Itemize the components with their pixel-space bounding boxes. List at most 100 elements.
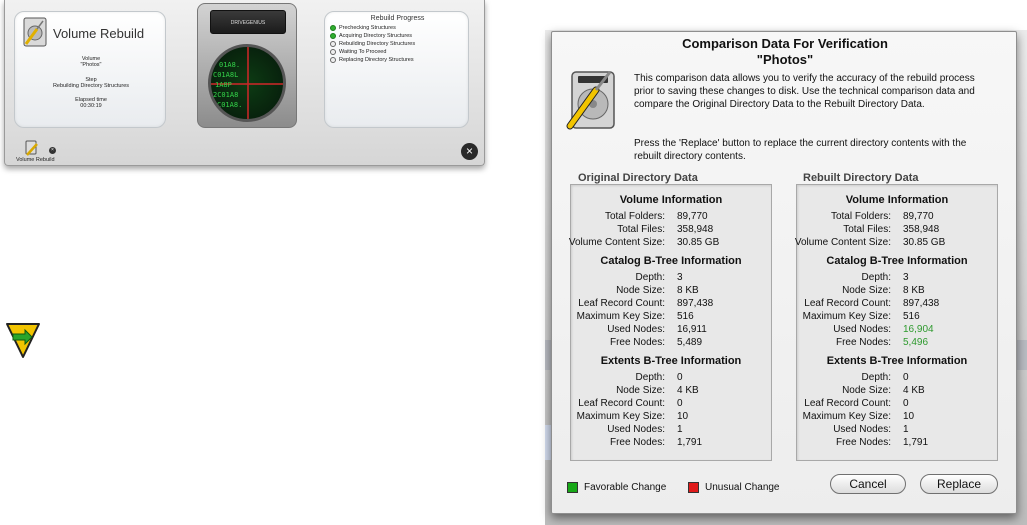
row-label: Depth: [861,272,891,283]
catalog-btree-row: Maximum Key Size: 516 [797,311,997,324]
row-value: 897,438 [903,298,940,309]
scope-text: C01A8L [213,71,239,79]
row-label: Depth: [635,272,665,283]
row-label: Free Nodes: [835,437,891,448]
progress-step: Replacing Directory Structures [330,57,414,63]
row-label: Used Nodes: [607,424,665,435]
extents-btree-row: Used Nodes: 1 [797,424,997,437]
tool-close-icon[interactable]: × [49,147,56,154]
row-value: 516 [903,311,920,322]
step-pending-icon [330,41,336,47]
row-value: 0 [677,398,683,409]
step-pending-icon [330,57,336,63]
drive-repair-icon [23,17,47,47]
row-label: Depth: [861,372,891,383]
row-value: 16,904 [903,324,934,335]
extents-btree-title: Extents B-Tree Information [826,355,968,367]
row-label: Free Nodes: [609,337,665,348]
catalog-btree-row: Free Nodes: 5,489 [571,337,771,350]
dialog-title: Comparison Data For Verification [682,36,888,51]
extents-btree-row: Maximum Key Size: 10 [797,411,997,424]
step-value: Rebuilding Directory Structures [52,83,130,89]
extents-btree-row: Maximum Key Size: 10 [571,411,771,424]
catalog-btree-row: Leaf Record Count: 897,438 [797,298,997,311]
progress-step: Rebuilding Directory Structures [330,41,415,47]
comparison-dialog: Comparison Data For Verification "Photos… [551,31,1017,514]
row-label: Total Files: [843,224,891,235]
volume-info-row: Total Files: 358,948 [797,224,997,237]
volume-info-title: Volume Information [619,194,723,206]
volume-info-row: Volume Content Size: 30.85 GB [568,237,771,250]
unusual-change-swatch [688,482,699,493]
volume-rebuild-tool-label: Volume Rebuild [16,157,55,163]
row-value: 16,911 [677,324,707,335]
row-label: Used Nodes: [607,324,665,335]
row-value: 5,496 [903,337,929,348]
volume-rebuild-window: Volume Rebuild Volume "Photos" Step Rebu… [4,0,485,166]
progress-step: Acquiring Directory Structures [330,33,412,39]
favorable-change-swatch [567,482,578,493]
volume-info-title: Volume Information [845,194,949,206]
extents-btree-row: Free Nodes: 1,791 [571,437,771,450]
row-value: 358,948 [677,224,714,235]
row-label: Free Nodes: [609,437,665,448]
progress-step: Prechecking Structures [330,25,396,31]
row-value: 89,770 [903,211,934,222]
row-label: Node Size: [842,385,891,396]
row-value: 30.85 GB [903,237,946,248]
row-label: Used Nodes: [833,424,891,435]
row-value: 0 [903,398,909,409]
drive-repair-icon [566,71,615,130]
original-data-title: Original Directory Data [578,172,698,184]
favorable-change-label: Favorable Change [584,482,667,493]
dialog-description: This comparison data allows you to verif… [634,73,975,110]
row-value: 89,770 [677,211,708,222]
extents-btree-row: Node Size: 4 KB [797,385,997,398]
row-value: 358,948 [903,224,940,235]
row-value: 4 KB [677,385,699,396]
catalog-btree-row: Depth: 3 [571,272,771,285]
arrow-sign-icon [6,323,40,358]
catalog-btree-row: Free Nodes: 5,496 [797,337,997,350]
catalog-btree-row: Leaf Record Count: 897,438 [571,298,771,311]
row-label: Maximum Key Size: [802,411,891,422]
row-label: Total Folders: [830,211,891,222]
scope-text: C01A8. [217,101,243,109]
row-label: Maximum Key Size: [576,411,665,422]
volume-info-row: Total Folders: 89,770 [571,211,771,224]
row-value: 1 [677,424,683,435]
extents-btree-row: Free Nodes: 1,791 [797,437,997,450]
row-label: Maximum Key Size: [802,311,891,322]
volume-rebuild-title: Volume Rebuild [53,26,145,41]
row-value: 4 KB [903,385,925,396]
replace-button[interactable]: Replace [920,474,998,494]
row-value: 3 [903,272,909,283]
catalog-btree-row: Maximum Key Size: 516 [571,311,771,324]
row-label: Node Size: [842,285,891,296]
step-pending-icon [330,49,336,55]
scope-text: 2C01A8 [213,91,239,99]
row-value: 5,489 [677,337,703,348]
row-value: 30.85 GB [677,237,720,248]
row-label: Volume Content Size: [568,237,665,248]
catalog-btree-row: Used Nodes: 16,904 [797,324,997,337]
cancel-button[interactable]: Cancel [830,474,906,494]
row-value: 897,438 [677,298,714,309]
elapsed-value: 00:30:19 [80,103,102,109]
scan-scope: 01A8. C01A8L 1A8P 2C01A8 C01A8. [208,44,286,122]
row-value: 0 [677,372,683,383]
extents-btree-row: Depth: 0 [571,372,771,385]
extents-btree-title: Extents B-Tree Information [600,355,742,367]
rebuilt-data-title: Rebuilt Directory Data [803,172,919,184]
extents-btree-row: Used Nodes: 1 [571,424,771,437]
volume-info-row: Volume Content Size: 30.85 GB [795,237,997,250]
extents-btree-row: Depth: 0 [797,372,997,385]
row-label: Leaf Record Count: [804,398,891,409]
row-label: Free Nodes: [835,337,891,348]
extents-btree-row: Leaf Record Count: 0 [571,398,771,411]
catalog-btree-row: Used Nodes: 16,911 [571,324,771,337]
close-icon[interactable]: × [461,143,478,160]
step-complete-icon [330,33,336,39]
unusual-change-label: Unusual Change [705,482,780,493]
volume-rebuild-tool-icon[interactable] [25,140,45,156]
